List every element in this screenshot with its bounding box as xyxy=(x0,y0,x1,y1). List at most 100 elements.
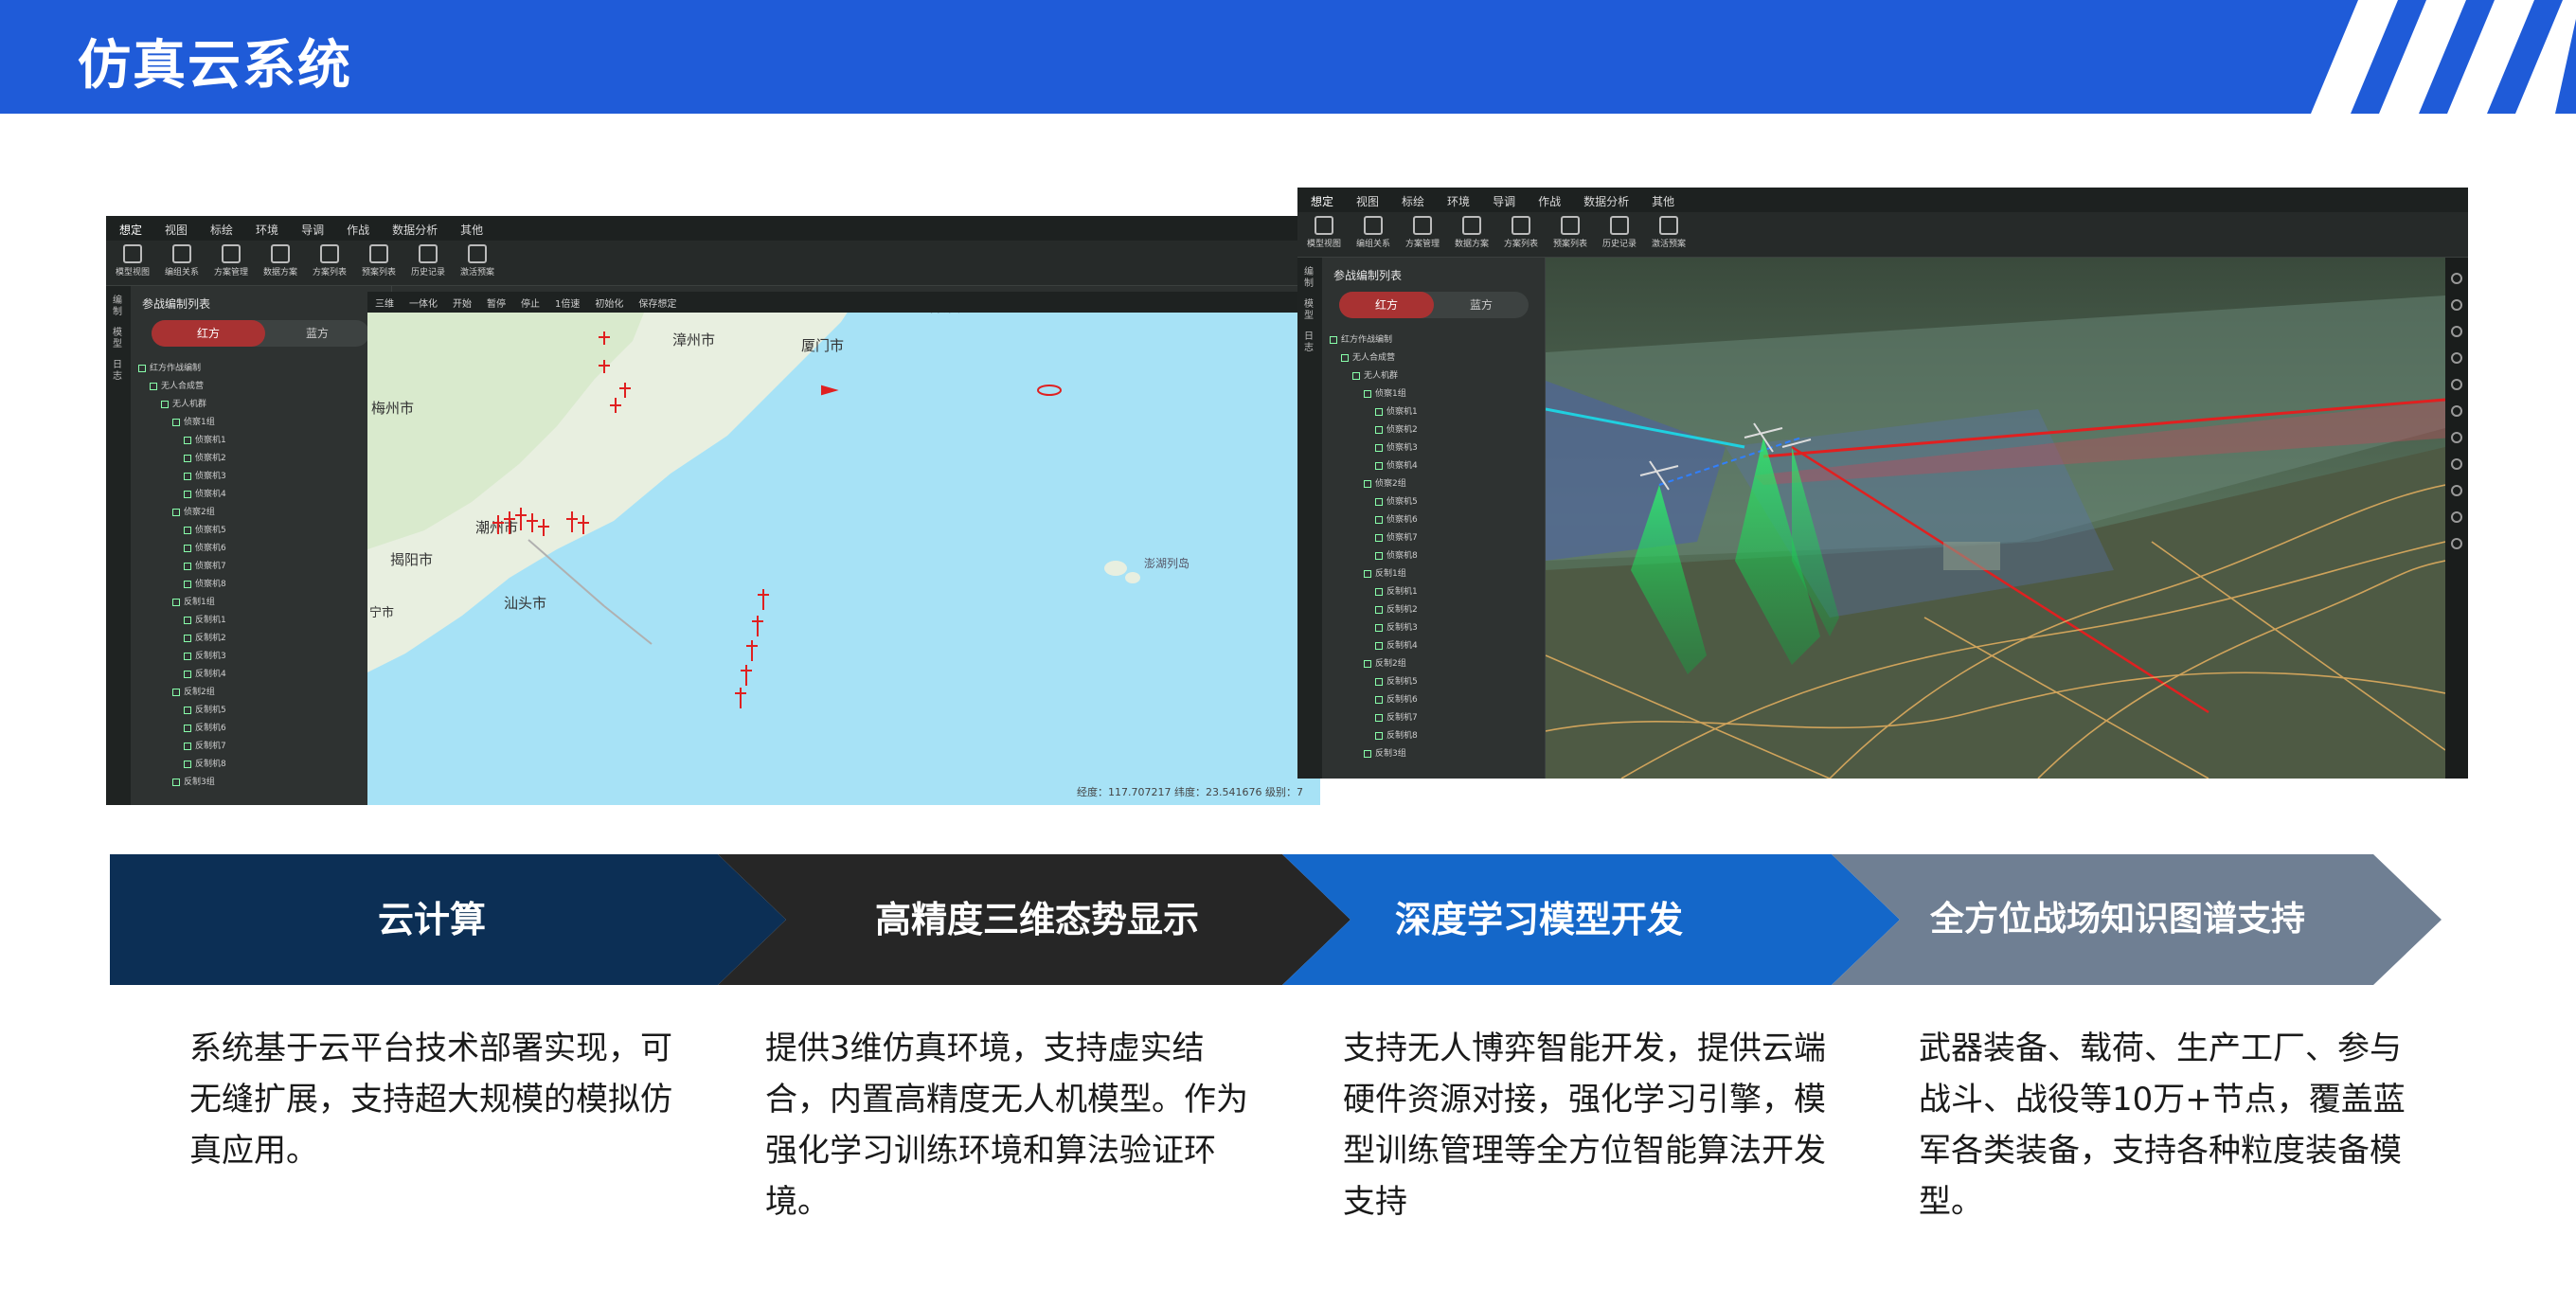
tree-node[interactable]: 侦察2组 xyxy=(138,504,387,522)
red-side-tab[interactable]: 红方 xyxy=(1339,292,1434,318)
tree-node[interactable]: 侦察机6 xyxy=(1330,511,1541,529)
map-control-button[interactable]: 保存想定 xyxy=(638,295,676,310)
tool-icon[interactable] xyxy=(2451,485,2462,496)
menu-item[interactable]: 标绘 xyxy=(1402,193,1424,209)
tree-node[interactable]: 反制机6 xyxy=(1330,691,1541,709)
blue-side-tab[interactable]: 蓝方 xyxy=(1434,292,1529,318)
side-toggle[interactable]: 红方 蓝方 xyxy=(152,320,369,347)
tree-node[interactable]: 侦察机5 xyxy=(1330,493,1541,511)
tree-node[interactable]: 侦察机5 xyxy=(138,522,387,540)
red-side-tab[interactable]: 红方 xyxy=(152,320,265,347)
tree-node[interactable]: 反制机5 xyxy=(138,702,387,720)
map-control-button[interactable]: 停止 xyxy=(521,295,540,310)
menu-item[interactable]: 标绘 xyxy=(210,222,233,238)
menu-item[interactable]: 其他 xyxy=(460,222,483,238)
tool-icon[interactable] xyxy=(2451,405,2462,417)
menu-item[interactable]: 作战 xyxy=(1538,193,1561,209)
toolbar-button[interactable]: 方案管理 xyxy=(208,241,254,282)
toolbar-button[interactable]: 历史记录 xyxy=(1597,212,1642,254)
side-toggle[interactable]: 红方 蓝方 xyxy=(1339,292,1529,318)
tree-node[interactable]: 反制机8 xyxy=(1330,727,1541,745)
map-control-button[interactable]: 初始化 xyxy=(595,295,623,310)
map-control-button[interactable]: 暂停 xyxy=(487,295,506,310)
side-tab[interactable]: 日志 xyxy=(113,360,124,383)
tree-node[interactable]: 红方作战编制 xyxy=(138,360,387,378)
menu-item[interactable]: 导调 xyxy=(301,222,324,238)
toolbar-button[interactable]: 激活预案 xyxy=(1646,212,1691,254)
tree-node[interactable]: 反制机4 xyxy=(138,666,387,684)
tool-icon[interactable] xyxy=(2451,326,2462,337)
toolbar-button[interactable]: 数据方案 xyxy=(1449,212,1494,254)
toolbar-button[interactable]: 模型视图 xyxy=(110,241,155,282)
tool-icon[interactable] xyxy=(2451,458,2462,470)
tree-node[interactable]: 侦察机8 xyxy=(1330,547,1541,565)
toolbar-button[interactable]: 历史记录 xyxy=(405,241,451,282)
menu-item[interactable]: 数据分析 xyxy=(392,222,438,238)
tree-node[interactable]: 反制机7 xyxy=(1330,709,1541,727)
tree-node[interactable]: 侦察机2 xyxy=(1330,421,1541,439)
tree-node[interactable]: 反制机4 xyxy=(1330,637,1541,655)
tree-node[interactable]: 反制2组 xyxy=(1330,655,1541,673)
tree-node[interactable]: 侦察机1 xyxy=(138,432,387,450)
3d-scene-view[interactable] xyxy=(1546,258,2445,779)
tree-node[interactable]: 反制机3 xyxy=(138,648,387,666)
menu-item[interactable]: 想定 xyxy=(119,222,142,238)
tree-node[interactable]: 侦察1组 xyxy=(1330,385,1541,403)
menu-item[interactable]: 环境 xyxy=(1447,193,1470,209)
tree-node[interactable]: 反制机8 xyxy=(138,756,387,774)
toolbar-button[interactable]: 编组关系 xyxy=(159,241,205,282)
tree-node[interactable]: 反制机2 xyxy=(138,630,387,648)
tree-node[interactable]: 侦察机4 xyxy=(138,486,387,504)
toolbar-button[interactable]: 激活预案 xyxy=(455,241,500,282)
tool-icon[interactable] xyxy=(2451,432,2462,443)
tool-icon[interactable] xyxy=(2451,273,2462,284)
tree-node[interactable]: 反制机3 xyxy=(1330,619,1541,637)
tree-node[interactable]: 反制3组 xyxy=(1330,745,1541,763)
toolbar-button[interactable]: 方案列表 xyxy=(1498,212,1544,254)
menu-item[interactable]: 环境 xyxy=(256,222,278,238)
tree-node[interactable]: 无人机群 xyxy=(138,396,387,414)
map-control-button[interactable]: 1倍速 xyxy=(555,295,580,310)
tree-node[interactable]: 侦察机7 xyxy=(1330,529,1541,547)
tree-node[interactable]: 侦察1组 xyxy=(138,414,387,432)
toolbar-button[interactable]: 模型视图 xyxy=(1301,212,1347,254)
tree-node[interactable]: 侦察2组 xyxy=(1330,475,1541,493)
map-view[interactable]: 漳州市 厦门市 石狮市 梅州市 潮州市 揭阳市 汕头市 澎湖列岛 宁市 经度：1… xyxy=(367,294,1320,805)
tree-node[interactable]: 反制机6 xyxy=(138,720,387,738)
blue-side-tab[interactable]: 蓝方 xyxy=(265,320,369,347)
tool-icon[interactable] xyxy=(2451,299,2462,311)
tree-node[interactable]: 侦察机7 xyxy=(138,558,387,576)
tree-node[interactable]: 侦察机3 xyxy=(1330,439,1541,457)
tree-node[interactable]: 反制机5 xyxy=(1330,673,1541,691)
side-tab[interactable]: 模型 xyxy=(1304,299,1315,322)
map-control-button[interactable]: 开始 xyxy=(453,295,472,310)
side-tab[interactable]: 模型 xyxy=(113,328,124,350)
tree-node[interactable]: 侦察机4 xyxy=(1330,457,1541,475)
toolbar-button[interactable]: 方案管理 xyxy=(1400,212,1445,254)
tree-node[interactable]: 侦察机6 xyxy=(138,540,387,558)
toolbar-button[interactable]: 预案列表 xyxy=(1547,212,1593,254)
tool-icon[interactable] xyxy=(2451,511,2462,523)
tree-node[interactable]: 侦察机3 xyxy=(138,468,387,486)
side-tab[interactable]: 日志 xyxy=(1304,331,1315,354)
tree-node[interactable]: 侦察机8 xyxy=(138,576,387,594)
menu-item[interactable]: 视图 xyxy=(1356,193,1379,209)
tree-node[interactable]: 无人机群 xyxy=(1330,367,1541,385)
tree-node[interactable]: 反制1组 xyxy=(1330,565,1541,583)
tool-icon[interactable] xyxy=(2451,379,2462,390)
tree-node[interactable]: 无人合成营 xyxy=(1330,349,1541,367)
tree-node[interactable]: 反制2组 xyxy=(138,684,387,702)
tree-node[interactable]: 无人合成营 xyxy=(138,378,387,396)
tree-node[interactable]: 反制机1 xyxy=(138,612,387,630)
menu-item[interactable]: 作战 xyxy=(347,222,369,238)
tree-node[interactable]: 反制机7 xyxy=(138,738,387,756)
tree-node[interactable]: 反制机1 xyxy=(1330,583,1541,601)
tree-node[interactable]: 反制1组 xyxy=(138,594,387,612)
menu-item[interactable]: 视图 xyxy=(165,222,188,238)
toolbar-button[interactable]: 方案列表 xyxy=(307,241,352,282)
side-tab[interactable]: 编制 xyxy=(1304,267,1315,290)
tree-node[interactable]: 反制3组 xyxy=(138,774,387,792)
menu-item[interactable]: 导调 xyxy=(1493,193,1515,209)
side-tab[interactable]: 编制 xyxy=(113,295,124,318)
tool-icon[interactable] xyxy=(2451,538,2462,549)
